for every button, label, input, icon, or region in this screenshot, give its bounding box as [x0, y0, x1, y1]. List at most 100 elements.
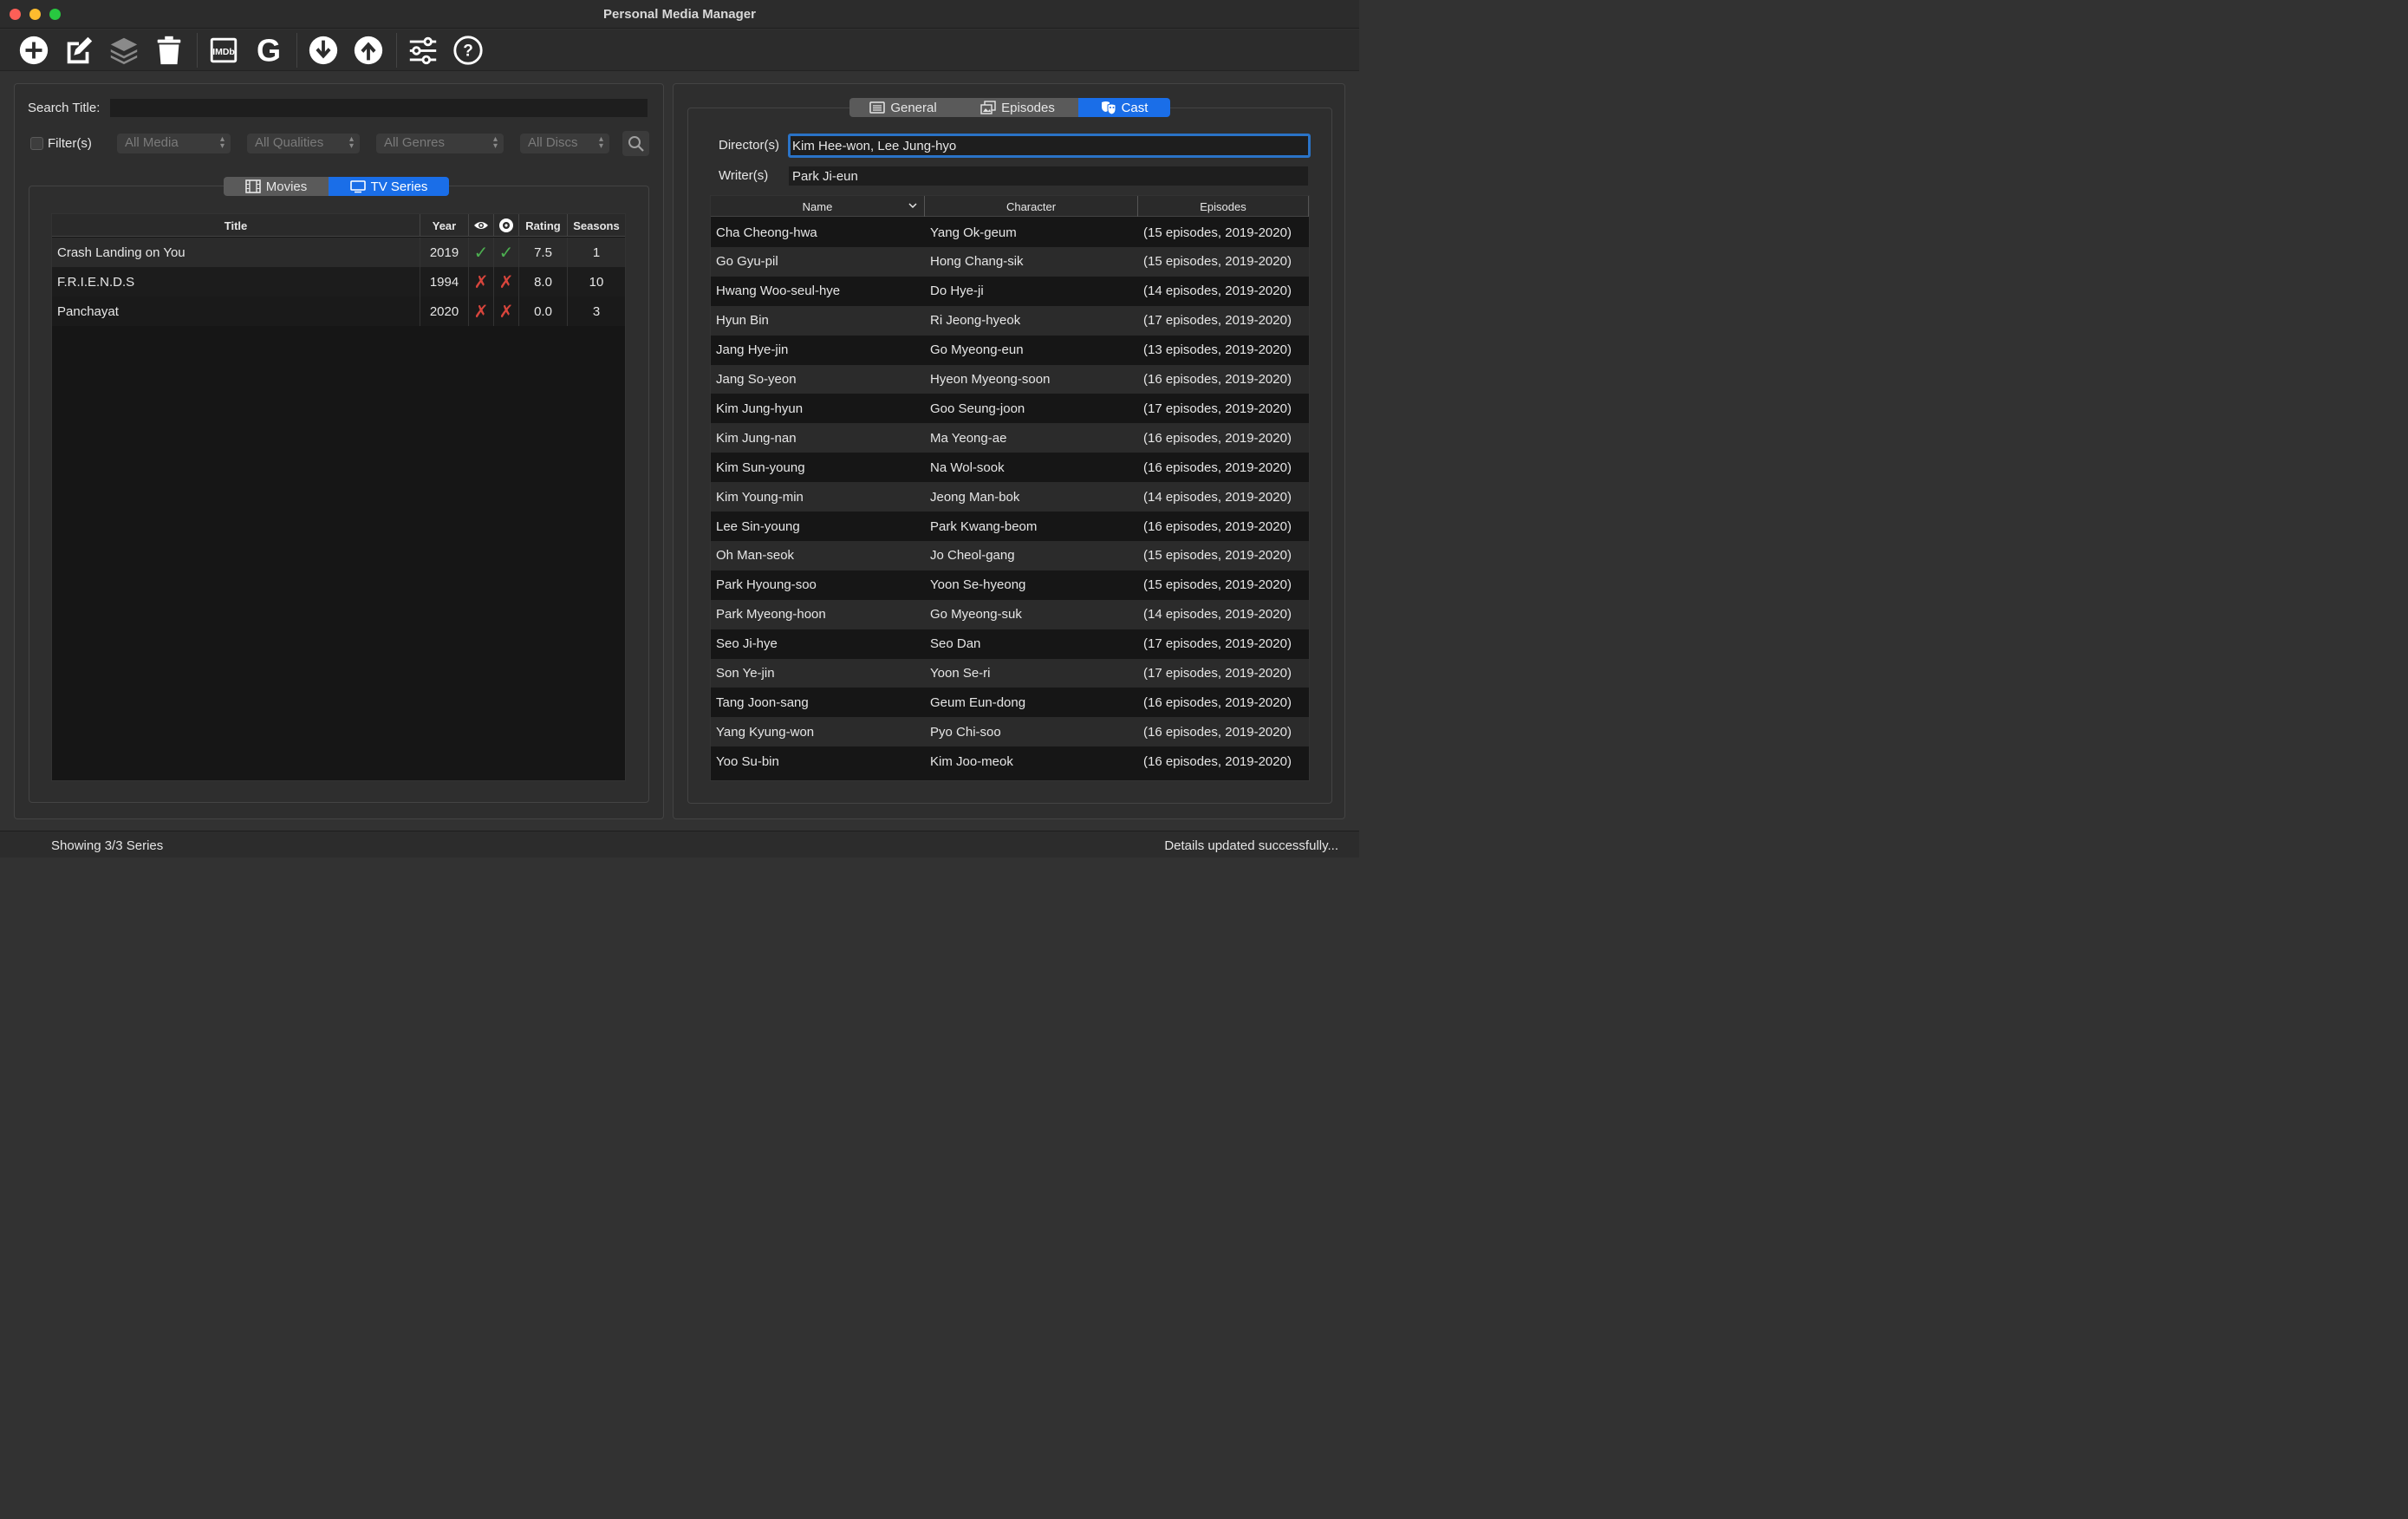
- column-header-character[interactable]: Character: [925, 196, 1138, 217]
- cast-character: Kim Joo-meok: [930, 753, 1013, 769]
- export-button[interactable]: [351, 33, 386, 68]
- cast-character: Hong Chang-sik: [930, 254, 1024, 270]
- status-bar: Showing 3/3 Series Details updated succe…: [0, 831, 1359, 857]
- cast-character: Yoon Se-ri: [930, 666, 991, 681]
- google-search-button[interactable]: G: [251, 33, 286, 68]
- cast-name: Lee Sin-young: [716, 518, 800, 534]
- media-filter-value: All Media: [125, 135, 179, 150]
- tab-tv-series-label: TV Series: [370, 179, 428, 194]
- column-header-watched[interactable]: [469, 214, 494, 237]
- import-button[interactable]: [306, 33, 341, 68]
- table-row[interactable]: Jang Hye-jin Go Myeong-eun (13 episodes, 2…: [711, 335, 1309, 365]
- table-row[interactable]: Crash Landing on You 2019 ✓ ✓ 7.5 1: [52, 238, 625, 267]
- table-row[interactable]: Tang Joon-sang Geum Eun-dong (16 episodes,…: [711, 688, 1309, 718]
- table-row[interactable]: Kim Jung-hyun Goo Seung-joon (17 episodes,…: [711, 394, 1309, 424]
- cast-episodes: (17 episodes, 2019-2020): [1143, 636, 1292, 652]
- search-button[interactable]: [622, 131, 649, 156]
- table-row[interactable]: Panchayat 2020 ✗ ✗ 0.0 3: [52, 297, 625, 326]
- genre-filter-select[interactable]: All Genres ▴ ▾: [376, 134, 504, 153]
- table-row[interactable]: Seo Ji-hye Seo Dan (17 episodes, 2019-2020…: [711, 629, 1309, 659]
- settings-button[interactable]: [406, 33, 440, 68]
- table-row[interactable]: Park Hyoung-soo Yoon Se-hyeong (15 episode…: [711, 570, 1309, 600]
- cast-name: Yang Kyung-won: [716, 724, 815, 740]
- imdb-label: IMDb: [212, 48, 235, 57]
- quality-filter-select[interactable]: All Qualities ▴ ▾: [247, 134, 360, 153]
- cast-name: Kim Jung-nan: [716, 430, 797, 446]
- table-row[interactable]: Oh Man-seok Jo Cheol-gang (15 episodes, 20…: [711, 540, 1309, 570]
- cast-name: Oh Man-seok: [716, 548, 795, 564]
- google-icon: G: [257, 34, 281, 67]
- tab-cast[interactable]: Cast: [1078, 98, 1170, 117]
- search-icon: [628, 135, 644, 152]
- search-title-label: Search Title:: [28, 101, 101, 115]
- status-count: Showing 3/3 Series: [51, 838, 164, 853]
- cast-character: Ma Yeong-ae: [930, 430, 1007, 446]
- media-filter-select[interactable]: All Media ▴ ▾: [117, 134, 231, 153]
- svg-text:?: ?: [463, 42, 473, 61]
- search-title-input[interactable]: [110, 99, 648, 117]
- column-header-name[interactable]: Name: [711, 196, 925, 217]
- column-header-rating[interactable]: Rating: [519, 214, 568, 237]
- tab-episodes[interactable]: Episodes: [957, 98, 1078, 117]
- cast-character: Yang Ok-geum: [930, 225, 1017, 240]
- table-row[interactable]: Go Gyu-pil Hong Chang-sik (15 episodes, 20…: [711, 246, 1309, 277]
- series-table-header: Title Year Rating Seasons: [52, 214, 625, 237]
- filter-checkbox[interactable]: [30, 137, 43, 150]
- cast-name: Hwang Woo-seul-hye: [716, 284, 841, 299]
- toolbar: IMDb G ?: [0, 29, 1359, 71]
- writers-input[interactable]: [789, 166, 1308, 186]
- cast-episodes: (13 episodes, 2019-2020): [1143, 342, 1292, 358]
- table-row[interactable]: Kim Sun-young Na Wol-sook (16 episodes, 20…: [711, 453, 1309, 483]
- cast-episodes: (16 episodes, 2019-2020): [1143, 430, 1292, 446]
- table-row[interactable]: Hwang Woo-seul-hye Do Hye-ji (14 episodes,…: [711, 276, 1309, 306]
- table-row[interactable]: Lee Sin-young Park Kwang-beom (16 episodes…: [711, 512, 1309, 541]
- table-row[interactable]: Kim Jung-nan Ma Yeong-ae (16 episodes, 201…: [711, 423, 1309, 453]
- cast-name: Tang Joon-sang: [716, 694, 809, 710]
- tab-movies[interactable]: Movies: [224, 177, 329, 196]
- cast-name: Park Myeong-hoon: [716, 607, 826, 623]
- delete-media-button[interactable]: [152, 33, 186, 68]
- cast-character: Jo Cheol-gang: [930, 548, 1015, 564]
- cast-episodes: (14 episodes, 2019-2020): [1143, 489, 1292, 505]
- imdb-button[interactable]: IMDb: [206, 33, 241, 68]
- cast-character: Go Myeong-suk: [930, 607, 1022, 623]
- table-row[interactable]: Yang Kyung-won Pyo Chi-soo (16 episodes, 2…: [711, 717, 1309, 747]
- table-row[interactable]: F.R.I.E.N.D.S 1994 ✗ ✗ 8.0 10: [52, 267, 625, 297]
- updown-chevron-icon: ▴ ▾: [219, 134, 225, 151]
- batch-button[interactable]: [107, 33, 141, 68]
- table-row[interactable]: Kim Young-min Jeong Man-bok (14 episodes, …: [711, 482, 1309, 512]
- upload-icon: [354, 36, 383, 65]
- cast-character: Go Myeong-eun: [930, 342, 1024, 358]
- toolbar-separator: [296, 33, 297, 68]
- tab-general[interactable]: General: [849, 98, 957, 117]
- table-row[interactable]: Park Myeong-hoon Go Myeong-suk (14 episode…: [711, 599, 1309, 629]
- table-row[interactable]: Cha Cheong-hwa Yang Ok-geum (15 episodes, …: [711, 218, 1309, 247]
- cast-character: Goo Seung-joon: [930, 401, 1025, 416]
- cast-name: Seo Ji-hye: [716, 636, 778, 652]
- detail-tabs: General Episodes Cast: [849, 98, 1170, 117]
- filter-label: Filter(s): [48, 136, 92, 151]
- series-title: Crash Landing on You: [52, 238, 420, 267]
- cast-episodes: (16 episodes, 2019-2020): [1143, 724, 1292, 740]
- edit-media-button[interactable]: [62, 33, 96, 68]
- tab-tv-series[interactable]: TV Series: [329, 177, 449, 196]
- directors-input[interactable]: [788, 134, 1311, 158]
- column-header-owned[interactable]: [494, 214, 519, 237]
- table-row[interactable]: Jang So-yeon Hyeon Myeong-soon (16 episode…: [711, 364, 1309, 394]
- help-button[interactable]: ?: [451, 33, 485, 68]
- plus-circle-icon: [19, 36, 49, 65]
- column-header-title[interactable]: Title: [52, 214, 420, 237]
- add-media-button[interactable]: [16, 33, 51, 68]
- disc-filter-select[interactable]: All Discs ▴ ▾: [520, 134, 609, 153]
- column-header-episodes[interactable]: Episodes: [1138, 196, 1309, 217]
- series-seasons: 10: [589, 274, 604, 290]
- column-header-seasons[interactable]: Seasons: [568, 214, 625, 237]
- edit-icon: [67, 36, 93, 64]
- directors-label: Director(s): [719, 138, 779, 153]
- table-row[interactable]: Yoo Su-bin Kim Joo-meok (16 episodes, 2019…: [711, 746, 1309, 777]
- table-row[interactable]: Hyun Bin Ri Jeong-hyeok (17 episodes, 2019…: [711, 305, 1309, 336]
- column-header-year[interactable]: Year: [420, 214, 469, 237]
- cast-episodes: (14 episodes, 2019-2020): [1143, 284, 1292, 299]
- download-icon: [309, 36, 338, 65]
- table-row[interactable]: Son Ye-jin Yoon Se-ri (17 episodes, 2019-2…: [711, 658, 1309, 688]
